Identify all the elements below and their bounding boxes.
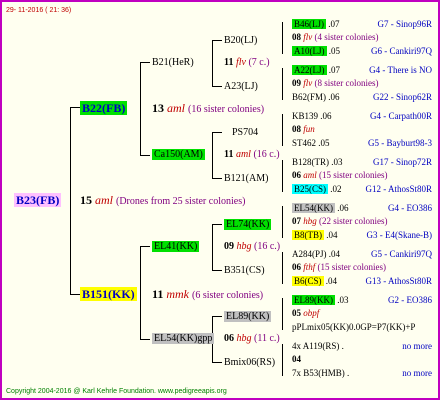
gen4-row: 06 fthf (15 sister colonies) xyxy=(292,262,386,272)
gen3-node[interactable]: B351(CS) xyxy=(224,265,265,276)
gen1-node[interactable]: B151(KK) xyxy=(80,287,137,301)
gen4-row[interactable]: A22(LJ) .07 xyxy=(292,65,340,76)
connector xyxy=(212,132,213,178)
connector xyxy=(212,224,222,225)
gen4-row[interactable]: B46(LJ) .07 xyxy=(292,19,340,30)
gen1-info: 11 mmk (6 sister colonies) xyxy=(152,287,264,301)
connector xyxy=(212,270,222,271)
gen4-row[interactable]: B128(TR) .03 xyxy=(292,157,343,168)
gen4-link[interactable]: G17 - Sinop72R xyxy=(352,157,432,168)
gen4-link[interactable]: G2 - EO386 xyxy=(352,295,432,306)
connector xyxy=(70,107,71,295)
gen2-node[interactable]: Ca150(AM) xyxy=(152,149,205,160)
connector xyxy=(70,107,80,108)
connector xyxy=(282,22,283,54)
pedigree-frame: 29- 11-2016 ( 21: 36) B23(FB) 15 aml (Dr… xyxy=(0,0,440,400)
connector xyxy=(140,339,150,340)
connector xyxy=(70,294,80,295)
gen3-node[interactable]: B121(AM) xyxy=(224,173,268,184)
gen2-node[interactable]: EL54(KK)gpp xyxy=(152,333,215,344)
connector xyxy=(282,114,283,146)
connector xyxy=(140,155,150,156)
connector xyxy=(140,62,141,155)
connector xyxy=(282,160,283,192)
gen4-link[interactable]: G22 - Sinop62R xyxy=(352,92,432,103)
gen2-info: 06 hbg (11 c.) xyxy=(224,333,280,344)
connector xyxy=(282,68,283,100)
connector xyxy=(212,316,222,317)
gen4-link[interactable]: G3 - E4(Skane-B) xyxy=(352,230,432,241)
root-id[interactable]: B23(FB) xyxy=(14,193,62,207)
gen4-row[interactable]: B62(FM) .06 xyxy=(292,92,340,103)
gen4-link[interactable]: G5 - Cankiri97Q xyxy=(352,249,432,260)
connector xyxy=(282,252,283,284)
gen4-link[interactable]: G6 - Cankiri97Q xyxy=(352,46,432,57)
connector xyxy=(212,362,222,363)
gen4-row: 09 flv (8 sister colonies) xyxy=(292,78,379,88)
watermark xyxy=(97,4,103,30)
gen4-row: 08 flv (4 sister colonies) xyxy=(292,32,379,42)
gen4-link[interactable]: no more xyxy=(352,341,432,352)
connector xyxy=(212,224,213,270)
gen4-row[interactable]: B25(CS) .02 xyxy=(292,184,342,195)
gen4-link[interactable]: G5 - Bayburt98-3 xyxy=(352,138,432,149)
gen2-info: 09 hbg (16 c.) xyxy=(224,241,281,252)
gen4-link[interactable]: no more xyxy=(352,368,432,379)
gen4-row: 08 fun xyxy=(292,124,315,134)
connector xyxy=(212,40,222,41)
gen3-node[interactable]: EL89(KK) xyxy=(224,311,272,322)
connector xyxy=(212,86,222,87)
gen3-node[interactable]: A23(LJ) xyxy=(224,81,258,92)
gen4-row[interactable]: 4x A119(RS) . xyxy=(292,341,344,352)
gen4-link[interactable]: G4 - EO386 xyxy=(352,203,432,214)
gen4-link[interactable]: G12 - AthosSt80R xyxy=(352,184,432,195)
gen3-node[interactable]: EL74(KK) xyxy=(224,219,272,230)
gen4-row: 04 xyxy=(292,354,301,364)
gen4-row[interactable]: B6(CS) .04 xyxy=(292,276,337,287)
gen4-row: 07 hbg (22 sister colonies) xyxy=(292,216,388,226)
gen2-info: 11 flv (7 c.) xyxy=(224,57,270,68)
gen4-row[interactable]: B8(TB) .04 xyxy=(292,230,338,241)
gen2-node[interactable]: B21(HeR) xyxy=(152,57,194,68)
gen3-node[interactable]: Bmix06(RS) xyxy=(224,357,275,368)
connector xyxy=(140,62,150,63)
gen4-row[interactable]: ST462 .05 xyxy=(292,138,330,149)
gen4-link[interactable]: G4 - There is NO xyxy=(352,65,432,76)
gen4-row[interactable]: A284(PJ) .04 xyxy=(292,249,340,260)
gen4-link[interactable]: G13 - AthosSt80R xyxy=(352,276,432,287)
connector xyxy=(140,246,141,339)
connector xyxy=(282,344,283,376)
gen4-row[interactable]: 7x B53(HMB) . xyxy=(292,368,349,379)
gen4-row: 06 aml (15 sister colonies) xyxy=(292,170,388,180)
gen2-node[interactable]: EL41(KK) xyxy=(152,241,200,252)
gen3-node[interactable]: B20(LJ) xyxy=(224,35,257,46)
connector xyxy=(212,40,213,86)
root-gen: 15 aml (Drones from 25 sister colonies) xyxy=(80,193,246,207)
gen4-row[interactable]: EL54(KK) .06 xyxy=(292,203,349,214)
gen4-link[interactable]: G4 - Carpath00R xyxy=(352,111,432,122)
gen1-node[interactable]: B22(FB) xyxy=(80,101,128,115)
connector xyxy=(140,246,150,247)
connector xyxy=(212,178,222,179)
footer: Copyright 2004-2016 @ Karl Kehrle Founda… xyxy=(6,388,227,395)
gen4-row[interactable]: KB139 .06 xyxy=(292,111,332,122)
connector xyxy=(282,298,283,330)
gen2-info: 11 aml (16 c.) xyxy=(224,149,280,160)
date-stamp: 29- 11-2016 ( 21: 36) xyxy=(6,7,72,14)
connector xyxy=(282,206,283,238)
gen4-row[interactable]: A10(LJ) .05 xyxy=(292,46,340,57)
gen4-row: 05 obpf xyxy=(292,308,320,318)
gen1-info: 13 aml (16 sister colonies) xyxy=(152,101,265,115)
gen4-link[interactable]: G7 - Sinop96R xyxy=(352,19,432,30)
root-node[interactable]: B23(FB) xyxy=(14,193,62,207)
gen4-row[interactable]: EL89(KK) .03 xyxy=(292,295,349,306)
gen4-row[interactable]: pPLmix05(KK)0.0GP=P7(KK)+P xyxy=(292,322,415,333)
gen3-node[interactable]: PS704 xyxy=(232,127,258,138)
connector xyxy=(212,132,222,133)
